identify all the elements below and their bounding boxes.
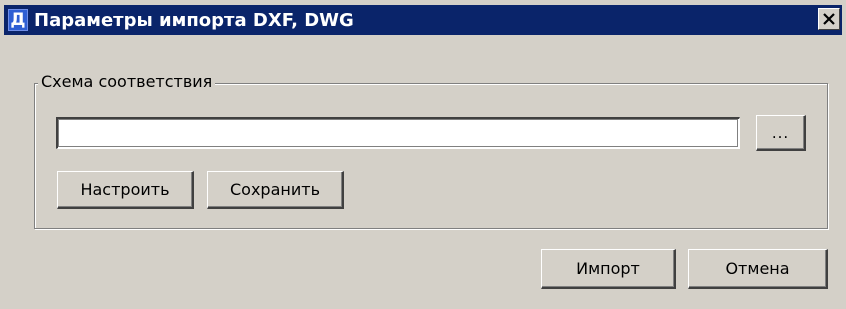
- configure-button[interactable]: Настроить: [57, 171, 194, 209]
- mapping-scheme-label: Схема соответствия: [38, 71, 216, 93]
- save-button[interactable]: Сохранить: [207, 171, 344, 209]
- close-button[interactable]: [818, 8, 840, 30]
- cancel-button[interactable]: Отмена: [688, 249, 828, 289]
- dialog-title: Параметры импорта DXF, DWG: [34, 9, 354, 31]
- import-params-dialog: Д Параметры импорта DXF, DWG Схема соотв…: [0, 0, 846, 309]
- title-bar[interactable]: Д Параметры импорта DXF, DWG: [4, 5, 842, 35]
- import-button[interactable]: Импорт: [541, 249, 676, 289]
- app-icon: Д: [8, 9, 28, 31]
- mapping-scheme-path-input[interactable]: [56, 117, 740, 149]
- browse-button[interactable]: ...: [756, 115, 806, 151]
- close-icon: [823, 13, 835, 25]
